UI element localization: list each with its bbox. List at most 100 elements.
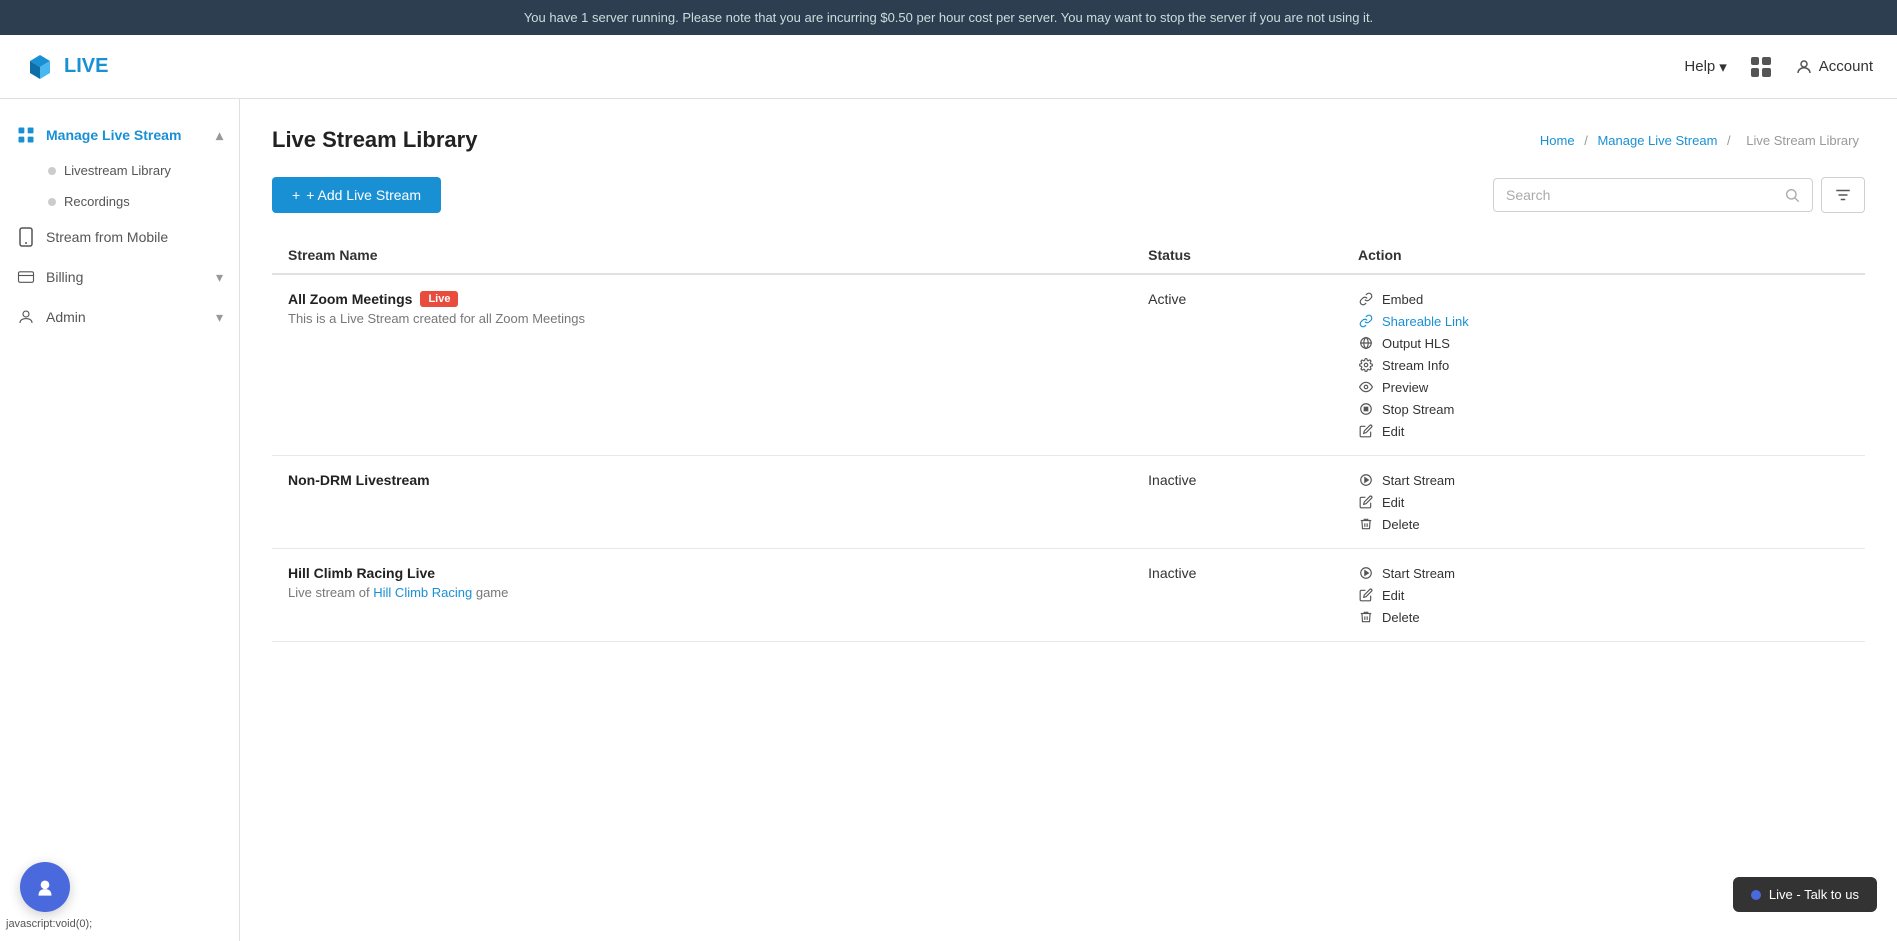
col-action: Action [1342,237,1865,274]
action-label-0-5: Stop Stream [1382,402,1454,417]
stream-table: Stream Name Status Action All Zoom Meeti… [272,237,1865,642]
sidebar-item-stream-from-mobile[interactable]: Stream from Mobile [0,217,239,257]
stream-action-cell-1: Start Stream Edit Delete [1342,456,1865,549]
link-icon [1358,291,1374,307]
banner-text: You have 1 server running. Please note t… [524,10,1373,25]
stream-status-cell-1: Inactive [1132,456,1342,549]
sidebar-item-billing[interactable]: Billing ▾ [0,257,239,297]
table-row: Hill Climb Racing LiveLive stream of Hil… [272,549,1865,642]
action-label-2-0: Start Stream [1382,566,1455,581]
chat-bubble[interactable] [20,862,70,912]
stream-name-cell-1: Non-DRM Livestream [272,456,1132,549]
action-label-0-3: Stream Info [1382,358,1449,373]
stop-icon [1358,401,1374,417]
stream-desc-link-2[interactable]: Hill Climb Racing [373,585,472,600]
search-icon [1784,187,1800,203]
status-bar: javascript:void(0); [0,916,98,932]
action-item-2-1[interactable]: Edit [1358,587,1849,603]
gear-icon [1358,357,1374,373]
header: LIVE Help ▾ Account [0,35,1897,99]
stream-action-cell-0: Embed Shareable Link Output HLS Stream I… [1342,274,1865,456]
grid-icon[interactable] [1751,57,1771,77]
stream-name-cell-0: All Zoom MeetingsLiveThis is a Live Stre… [272,274,1132,456]
action-item-0-2[interactable]: Output HLS [1358,335,1849,351]
action-item-2-0[interactable]: Start Stream [1358,565,1849,581]
logo-text: LIVE [64,55,108,78]
chat-label[interactable]: Live - Talk to us [1733,877,1877,912]
link-icon [1358,313,1374,329]
trash-icon [1358,609,1374,625]
edit-icon [1358,494,1374,510]
search-area [1493,177,1865,213]
breadcrumb-manage[interactable]: Manage Live Stream [1597,133,1717,148]
globe-icon [1358,335,1374,351]
chat-icon [32,874,58,900]
stream-action-cell-2: Start Stream Edit Delete [1342,549,1865,642]
main-content: Home / Manage Live Stream / Live Stream … [240,99,1897,941]
action-item-0-0[interactable]: Embed [1358,291,1849,307]
edit-icon [1358,423,1374,439]
chat-widget[interactable] [20,862,70,912]
status-text-2: Inactive [1148,565,1196,581]
action-list-0: Embed Shareable Link Output HLS Stream I… [1358,291,1849,439]
add-btn-label: + Add Live Stream [306,187,421,203]
action-item-1-2[interactable]: Delete [1358,516,1849,532]
breadcrumb-current: Live Stream Library [1746,133,1859,148]
edit-icon [1358,587,1374,603]
action-label-0-2: Output HLS [1382,336,1450,351]
action-item-0-3[interactable]: Stream Info [1358,357,1849,373]
breadcrumb-home[interactable]: Home [1540,133,1575,148]
add-live-stream-button[interactable]: + + Add Live Stream [272,177,441,213]
action-item-0-5[interactable]: Stop Stream [1358,401,1849,417]
sidebar-item-manage-live-stream[interactable]: Manage Live Stream ▴ [0,115,239,155]
status-text-0: Active [1148,291,1186,307]
sidebar-sub-item-label-0: Livestream Library [64,163,171,178]
plus-icon: + [292,187,300,203]
action-item-0-4[interactable]: Preview [1358,379,1849,395]
toolbar: + + Add Live Stream [272,177,1865,213]
account-button[interactable]: Account [1795,58,1873,76]
dot-icon [48,167,56,175]
stream-status-cell-0: Active [1132,274,1342,456]
sidebar-item-admin[interactable]: Admin ▾ [0,297,239,337]
table-row: All Zoom MeetingsLiveThis is a Live Stre… [272,274,1865,456]
stream-desc-2: Live stream of Hill Climb Racing game [288,585,1116,600]
action-label-0-6: Edit [1382,424,1404,439]
sidebar-main-item-label: Manage Live Stream [46,127,181,143]
breadcrumb: Home / Manage Live Stream / Live Stream … [1540,133,1865,148]
chat-label-text: Live - Talk to us [1769,887,1859,902]
action-label-2-1: Edit [1382,588,1404,603]
action-item-0-6[interactable]: Edit [1358,423,1849,439]
search-input[interactable] [1506,187,1784,203]
user-icon [1795,58,1813,76]
admin-icon [16,307,36,327]
table-row: Non-DRM LivestreamInactive Start Stream … [272,456,1865,549]
action-item-0-1[interactable]: Shareable Link [1358,313,1849,329]
eye-icon [1358,379,1374,395]
stream-desc-0: This is a Live Stream created for all Zo… [288,311,1116,326]
live-badge-0: Live [420,291,458,307]
logo: LIVE [24,51,108,83]
help-button[interactable]: Help ▾ [1684,58,1726,76]
header-right: Help ▾ Account [1684,57,1873,77]
play-icon [1358,472,1374,488]
action-item-1-0[interactable]: Start Stream [1358,472,1849,488]
stream-status-cell-2: Inactive [1132,549,1342,642]
col-status: Status [1132,237,1342,274]
action-item-1-1[interactable]: Edit [1358,494,1849,510]
action-item-2-2[interactable]: Delete [1358,609,1849,625]
logo-icon [24,51,56,83]
col-stream-name: Stream Name [272,237,1132,274]
action-label-1-1: Edit [1382,495,1404,510]
sidebar-standalone-label-1: Billing [46,269,83,285]
chevron-down-icon: ▾ [1719,58,1727,76]
filter-button[interactable] [1821,177,1865,213]
dot-icon [48,198,56,206]
filter-icon [1834,186,1852,204]
sidebar-standalone-label-2: Admin [46,309,86,325]
sidebar-sub-items: Livestream Library Recordings [0,155,239,217]
action-label-1-2: Delete [1382,517,1420,532]
billing-icon [16,267,36,287]
sidebar-item-recordings[interactable]: Recordings [32,186,239,217]
sidebar-item-livestream-library[interactable]: Livestream Library [32,155,239,186]
